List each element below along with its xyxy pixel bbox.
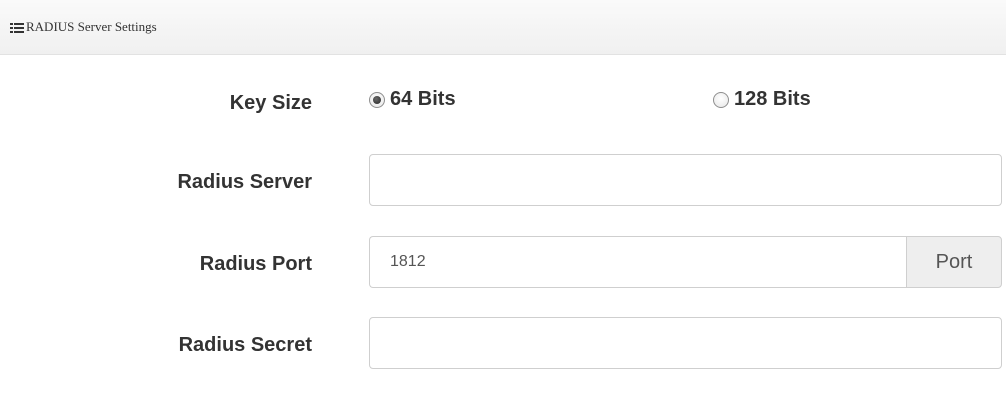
port-addon: Port bbox=[906, 236, 1002, 288]
key-size-label: Key Size bbox=[229, 92, 312, 114]
radius-port-group: Port bbox=[369, 236, 1002, 288]
radius-port-label: Radius Port bbox=[199, 253, 312, 275]
panel-header: RADIUS Server Settings bbox=[0, 0, 1006, 55]
list-icon bbox=[10, 22, 24, 33]
radio-button-icon[interactable] bbox=[369, 91, 385, 108]
radius-secret-input[interactable] bbox=[369, 317, 1002, 369]
radio-button-icon[interactable] bbox=[713, 91, 729, 108]
radius-port-input[interactable] bbox=[369, 236, 906, 288]
radius-server-input[interactable] bbox=[369, 154, 1002, 206]
radio-128-bits[interactable]: 128 Bits bbox=[713, 88, 811, 111]
panel-title: RADIUS Server Settings bbox=[26, 19, 157, 34]
radio-128-bits-label: 128 Bits bbox=[734, 88, 811, 110]
radius-server-label: Radius Server bbox=[177, 171, 312, 193]
radio-64-bits-label: 64 Bits bbox=[390, 88, 456, 110]
radio-64-bits[interactable]: 64 Bits bbox=[369, 88, 456, 111]
radius-secret-label: Radius Secret bbox=[178, 334, 312, 356]
